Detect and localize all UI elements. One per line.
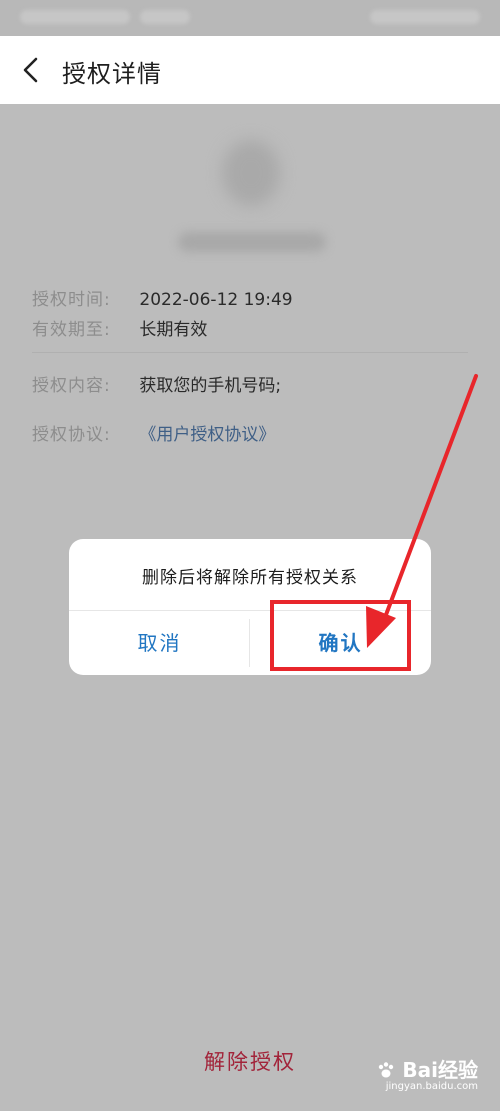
agreement-label: 授权协议: bbox=[32, 425, 111, 445]
status-bar-right-blur bbox=[370, 10, 480, 24]
cancel-button[interactable]: 取消 bbox=[69, 611, 250, 675]
expiry-row: 有效期至: 长期有效 bbox=[32, 315, 207, 340]
expiry-label: 有效期至: bbox=[32, 320, 111, 340]
auth-content-value: 获取您的手机号码; bbox=[139, 376, 282, 396]
auth-time-row: 授权时间: 2022-06-12 19:49 bbox=[32, 285, 293, 310]
app-header: 授权详情 bbox=[0, 36, 500, 104]
expiry-value: 长期有效 bbox=[139, 320, 208, 340]
auth-time-label: 授权时间: bbox=[32, 290, 111, 310]
app-avatar bbox=[222, 140, 280, 206]
baidu-watermark: Bai经验 jingyan.baidu.com bbox=[377, 1054, 478, 1092]
status-bar-left-blur bbox=[20, 10, 130, 24]
annotation-highlight-box bbox=[270, 600, 411, 671]
app-name-blurred bbox=[178, 232, 326, 252]
watermark-brand: Bai经验 bbox=[402, 1058, 478, 1082]
divider bbox=[32, 352, 468, 353]
agreement-row: 授权协议: 《用户授权协议》 bbox=[32, 420, 275, 445]
paw-logo-icon bbox=[379, 1062, 394, 1078]
page-title: 授权详情 bbox=[62, 60, 162, 88]
signal-wifi-icon bbox=[140, 10, 190, 24]
auth-time-value: 2022-06-12 19:49 bbox=[139, 290, 293, 310]
auth-content-label: 授权内容: bbox=[32, 376, 111, 396]
dialog-message: 删除后将解除所有授权关系 bbox=[142, 568, 358, 588]
status-bar bbox=[0, 0, 500, 36]
auth-content-row: 授权内容: 获取您的手机号码; bbox=[32, 371, 281, 396]
back-arrow-icon[interactable] bbox=[18, 56, 46, 84]
agreement-link[interactable]: 《用户授权协议》 bbox=[139, 425, 275, 445]
watermark-url: jingyan.baidu.com bbox=[385, 1081, 478, 1092]
